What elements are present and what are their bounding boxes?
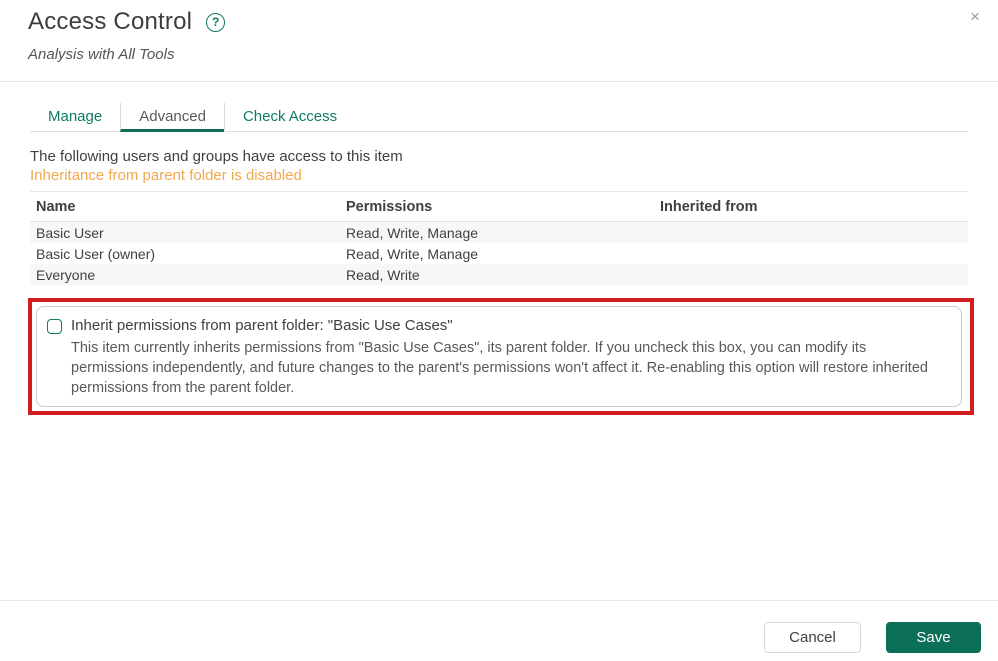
intro-text: The following users and groups have acce…	[30, 148, 403, 165]
cell-name: Basic User	[36, 224, 104, 241]
column-header-inherited-from: Inherited from	[660, 198, 758, 215]
column-header-permissions: Permissions	[346, 198, 433, 215]
close-icon[interactable]: ×	[970, 8, 980, 25]
cell-name: Everyone	[36, 266, 96, 283]
inherit-permissions-panel: Inherit permissions from parent folder: …	[36, 306, 962, 407]
save-button[interactable]: Save	[886, 622, 981, 653]
help-icon[interactable]: ?	[206, 12, 226, 32]
inherit-permissions-description: This item currently inherits permissions…	[71, 340, 928, 396]
page-title: Access Control	[28, 8, 193, 35]
inheritance-notice: Inheritance from parent folder is disabl…	[30, 167, 302, 184]
cell-permissions: Read, Write, Manage	[346, 224, 479, 241]
tab-manage[interactable]: Manage	[30, 103, 120, 132]
dialog-subtitle: Analysis with All Tools	[28, 46, 175, 63]
inherit-permissions-checkbox[interactable]	[47, 319, 62, 334]
permissions-table: Name Permissions Inherited from Basic Us…	[30, 192, 968, 285]
tab-advanced[interactable]: Advanced	[120, 103, 224, 132]
cancel-button[interactable]: Cancel	[764, 622, 861, 653]
inherit-permissions-label[interactable]: Inherit permissions from parent folder: …	[71, 317, 453, 334]
table-row[interactable]: Basic User (owner) Read, Write, Manage	[30, 243, 968, 264]
tab-bar: Manage Advanced Check Access	[30, 103, 968, 132]
table-row[interactable]: Basic User Read, Write, Manage	[30, 222, 968, 243]
cell-name: Basic User (owner)	[36, 245, 156, 262]
cell-permissions: Read, Write, Manage	[346, 245, 479, 262]
column-header-name: Name	[36, 198, 76, 215]
tab-check-access[interactable]: Check Access	[223, 103, 355, 132]
table-row[interactable]: Everyone Read, Write	[30, 264, 968, 285]
dialog-header: Access Control ? Analysis with All Tools…	[0, 0, 998, 82]
footer-divider	[0, 600, 998, 601]
table-header-row: Name Permissions Inherited from	[30, 192, 968, 222]
cell-permissions: Read, Write	[346, 266, 420, 283]
